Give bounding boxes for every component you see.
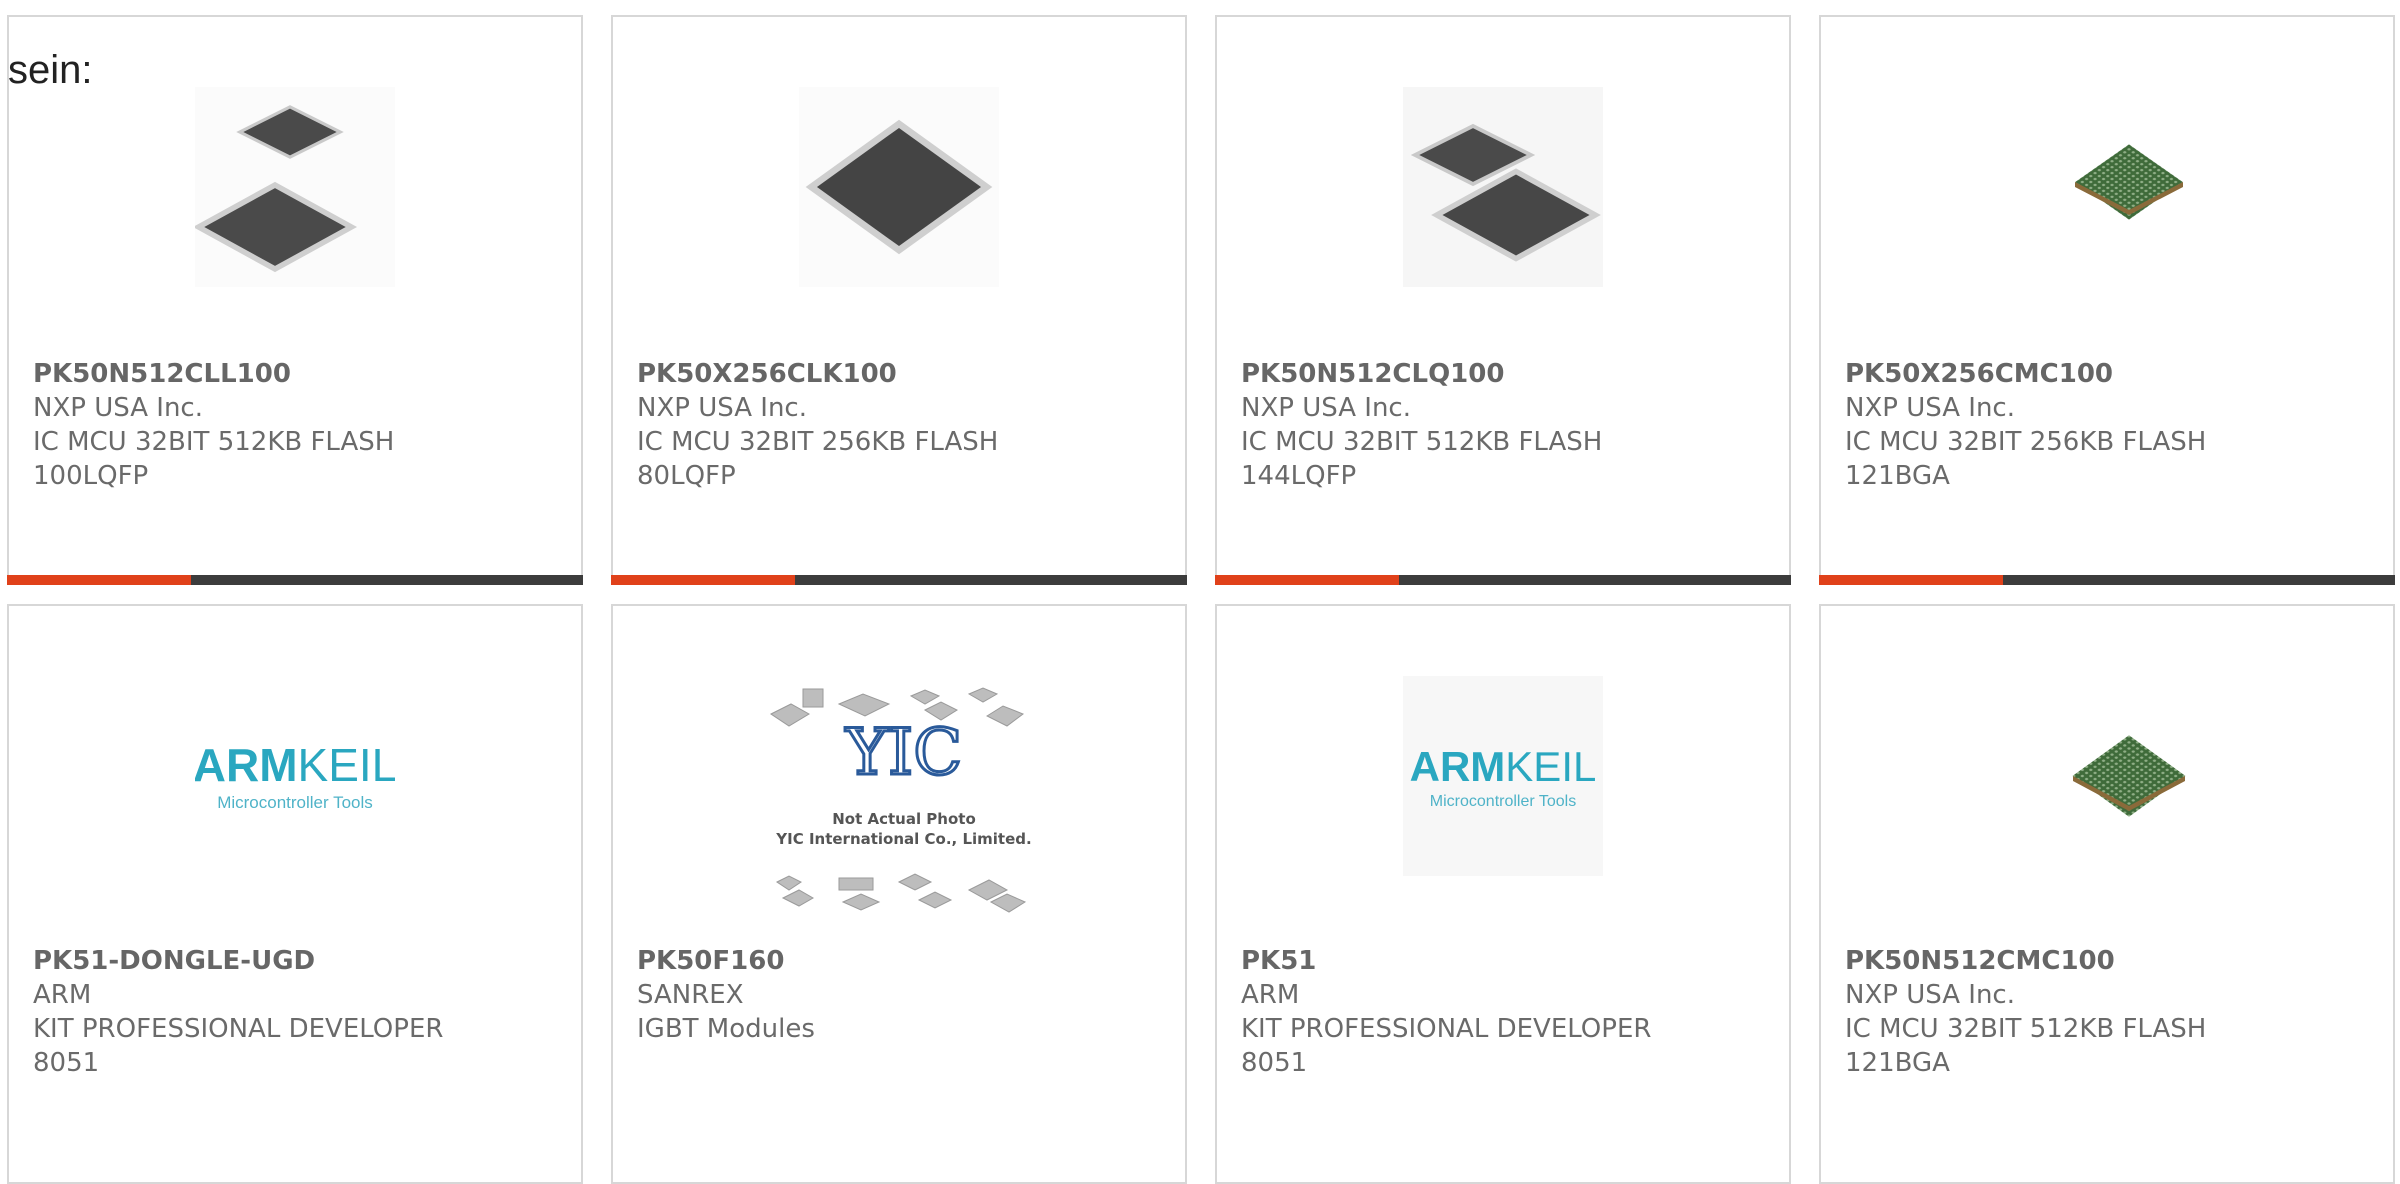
bga-chip-icon[interactable] — [2007, 676, 2207, 876]
part-number[interactable]: PK50F160 — [637, 944, 1165, 978]
accent-segment — [1819, 575, 2003, 585]
manufacturer: ARM — [33, 980, 92, 1010]
lead-text: sein: — [8, 48, 93, 92]
package: 8051 — [1241, 1048, 1308, 1078]
description: IC MCU 32BIT 512KB FLASH — [1845, 1014, 2207, 1044]
arm-keil-logo[interactable]: ARMKEIL Microcontroller Tools — [1403, 676, 1603, 876]
description: IC MCU 32BIT 512KB FLASH — [33, 427, 395, 457]
logo-keil-text: KEIL — [298, 739, 395, 791]
card-accent-bar — [7, 575, 583, 585]
card-details: PK50N512CMC100 NXP USA Inc. IC MCU 32BIT… — [1845, 944, 2373, 1080]
yic-placeholder[interactable]: YIC Not Actual Photo YIC International C… — [769, 686, 1039, 926]
description: KIT PROFESSIONAL DEVELOPER — [33, 1014, 444, 1044]
arm-keil-logo[interactable]: ARMKEIL Microcontroller Tools — [195, 676, 395, 876]
card-accent-bar — [1215, 575, 1791, 585]
product-card[interactable]: YIC Not Actual Photo YIC International C… — [611, 604, 1187, 1184]
logo-arm-text: ARM — [195, 739, 298, 791]
package: 8051 — [33, 1048, 100, 1078]
product-card[interactable]: PK50X256CLK100 NXP USA Inc. IC MCU 32BIT… — [611, 15, 1187, 585]
part-number[interactable]: PK50N512CLQ100 — [1241, 357, 1769, 391]
package: 144LQFP — [1241, 461, 1357, 491]
part-number[interactable]: PK51-DONGLE-UGD — [33, 944, 561, 978]
product-card[interactable]: PK50X256CMC100 NXP USA Inc. IC MCU 32BIT… — [1819, 15, 2395, 585]
logo-arm-text: ARM — [1410, 743, 1506, 790]
svg-text:ARMKEIL: ARMKEIL — [195, 739, 395, 791]
description: KIT PROFESSIONAL DEVELOPER — [1241, 1014, 1652, 1044]
card-details: PK50X256CLK100 NXP USA Inc. IC MCU 32BIT… — [637, 357, 1165, 493]
manufacturer: NXP USA Inc. — [33, 393, 203, 423]
product-card[interactable]: PK50N512CLQ100 NXP USA Inc. IC MCU 32BIT… — [1215, 15, 1791, 585]
manufacturer: ARM — [1241, 980, 1300, 1010]
svg-text:ARMKEIL: ARMKEIL — [1410, 743, 1597, 790]
product-card[interactable]: PK50N512CMC100 NXP USA Inc. IC MCU 32BIT… — [1819, 604, 2395, 1184]
card-accent-bar — [611, 575, 1187, 585]
product-card[interactable]: ARMKEIL Microcontroller Tools PK51 ARM K… — [1215, 604, 1791, 1184]
product-card[interactable]: PK50N512CLL100 NXP USA Inc. IC MCU 32BIT… — [7, 15, 583, 585]
lqfp-chip-pair-icon[interactable] — [195, 87, 395, 287]
bga-chip-icon[interactable] — [2007, 87, 2207, 287]
part-number[interactable]: PK50N512CMC100 — [1845, 944, 2373, 978]
logo-subtitle: Microcontroller Tools — [1430, 793, 1576, 810]
placeholder-note-2: YIC International Co., Limited. — [775, 830, 1031, 848]
part-number[interactable]: PK50X256CMC100 — [1845, 357, 2373, 391]
package: 100LQFP — [33, 461, 149, 491]
logo-subtitle: Microcontroller Tools — [217, 793, 373, 812]
description: IGBT Modules — [637, 1014, 815, 1044]
card-details: PK50F160 SANREX IGBT Modules — [637, 944, 1165, 1046]
description: IC MCU 32BIT 512KB FLASH — [1241, 427, 1603, 457]
part-number[interactable]: PK50N512CLL100 — [33, 357, 561, 391]
lqfp-chip-icon[interactable] — [799, 87, 999, 287]
logo-keil-text: KEIL — [1505, 743, 1596, 790]
accent-segment — [611, 575, 795, 585]
accent-segment — [7, 575, 191, 585]
card-details: PK51 ARM KIT PROFESSIONAL DEVELOPER 8051 — [1241, 944, 1769, 1080]
package: 121BGA — [1845, 1048, 1950, 1078]
placeholder-note-1: Not Actual Photo — [832, 810, 976, 828]
card-details: PK50X256CMC100 NXP USA Inc. IC MCU 32BIT… — [1845, 357, 2373, 493]
card-details: PK51-DONGLE-UGD ARM KIT PROFESSIONAL DEV… — [33, 944, 561, 1080]
accent-segment — [1215, 575, 1399, 585]
yic-logo-text: YIC — [845, 716, 963, 790]
card-details: PK50N512CLQ100 NXP USA Inc. IC MCU 32BIT… — [1241, 357, 1769, 493]
package: 121BGA — [1845, 461, 1950, 491]
lqfp-chip-pair-icon[interactable] — [1403, 87, 1603, 287]
description: IC MCU 32BIT 256KB FLASH — [1845, 427, 2207, 457]
package: 80LQFP — [637, 461, 736, 491]
part-number[interactable]: PK51 — [1241, 944, 1769, 978]
part-number[interactable]: PK50X256CLK100 — [637, 357, 1165, 391]
product-card[interactable]: ARMKEIL Microcontroller Tools PK51-DONGL… — [7, 604, 583, 1184]
manufacturer: NXP USA Inc. — [1845, 393, 2015, 423]
product-grid: PK50N512CLL100 NXP USA Inc. IC MCU 32BIT… — [0, 0, 2400, 1184]
manufacturer: SANREX — [637, 980, 744, 1010]
card-accent-bar — [1819, 575, 2395, 585]
description: IC MCU 32BIT 256KB FLASH — [637, 427, 999, 457]
manufacturer: NXP USA Inc. — [1241, 393, 1411, 423]
card-details: PK50N512CLL100 NXP USA Inc. IC MCU 32BIT… — [33, 357, 561, 493]
manufacturer: NXP USA Inc. — [637, 393, 807, 423]
manufacturer: NXP USA Inc. — [1845, 980, 2015, 1010]
